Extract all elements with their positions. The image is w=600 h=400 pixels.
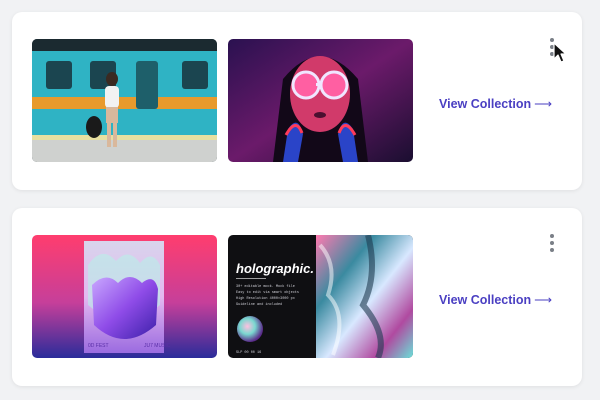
- more-options-button[interactable]: [547, 234, 557, 252]
- flyer-line-1: 30+ editable mock. Mock file: [236, 284, 295, 289]
- flyer-line-3: High Resolution 4000×3000 px: [236, 296, 295, 301]
- flyer-footer: SLP 00 00 16: [236, 351, 261, 355]
- vertical-ellipsis-dot: [550, 248, 554, 252]
- subway-woman-photo[interactable]: [32, 39, 217, 162]
- collection-card-2: 0D FEST JU7 MUSIC holographic. 30+ edita…: [12, 208, 582, 386]
- flyer-line-2: Easy to edit via smart objects: [236, 290, 299, 295]
- view-collection-link[interactable]: View Collection ⟶: [439, 96, 552, 111]
- holographic-flyer-photo[interactable]: holographic. 30+ editable mock. Mock fil…: [228, 235, 413, 358]
- mouse-pointer-icon: [553, 42, 567, 63]
- view-collection-label: View Collection: [439, 97, 532, 111]
- poster-left-text: 0D FEST: [88, 343, 109, 349]
- holographic-flyer-image: holographic. 30+ editable mock. Mock fil…: [228, 235, 413, 358]
- arrow-right-icon: ⟶: [534, 293, 553, 307]
- holographic-poster-photo[interactable]: 0D FEST JU7 MUSIC: [32, 235, 217, 358]
- flyer-line-4: Guideline and included: [236, 302, 282, 307]
- vertical-ellipsis-icon: [550, 234, 554, 238]
- view-collection-link[interactable]: View Collection ⟶: [439, 292, 552, 307]
- subway-woman-image: [32, 39, 217, 162]
- poster-right-text: JU7 MUSIC: [144, 343, 171, 349]
- collection-card-1: View Collection ⟶: [12, 12, 582, 190]
- neon-portrait-photo[interactable]: [228, 39, 413, 162]
- holographic-poster-image: 0D FEST JU7 MUSIC: [32, 235, 217, 358]
- arrow-right-icon: ⟶: [534, 97, 553, 111]
- vertical-ellipsis-dot: [550, 241, 554, 245]
- view-collection-label: View Collection: [439, 293, 532, 307]
- neon-portrait-image: [228, 39, 413, 162]
- holographic-heading: holographic.: [236, 261, 314, 276]
